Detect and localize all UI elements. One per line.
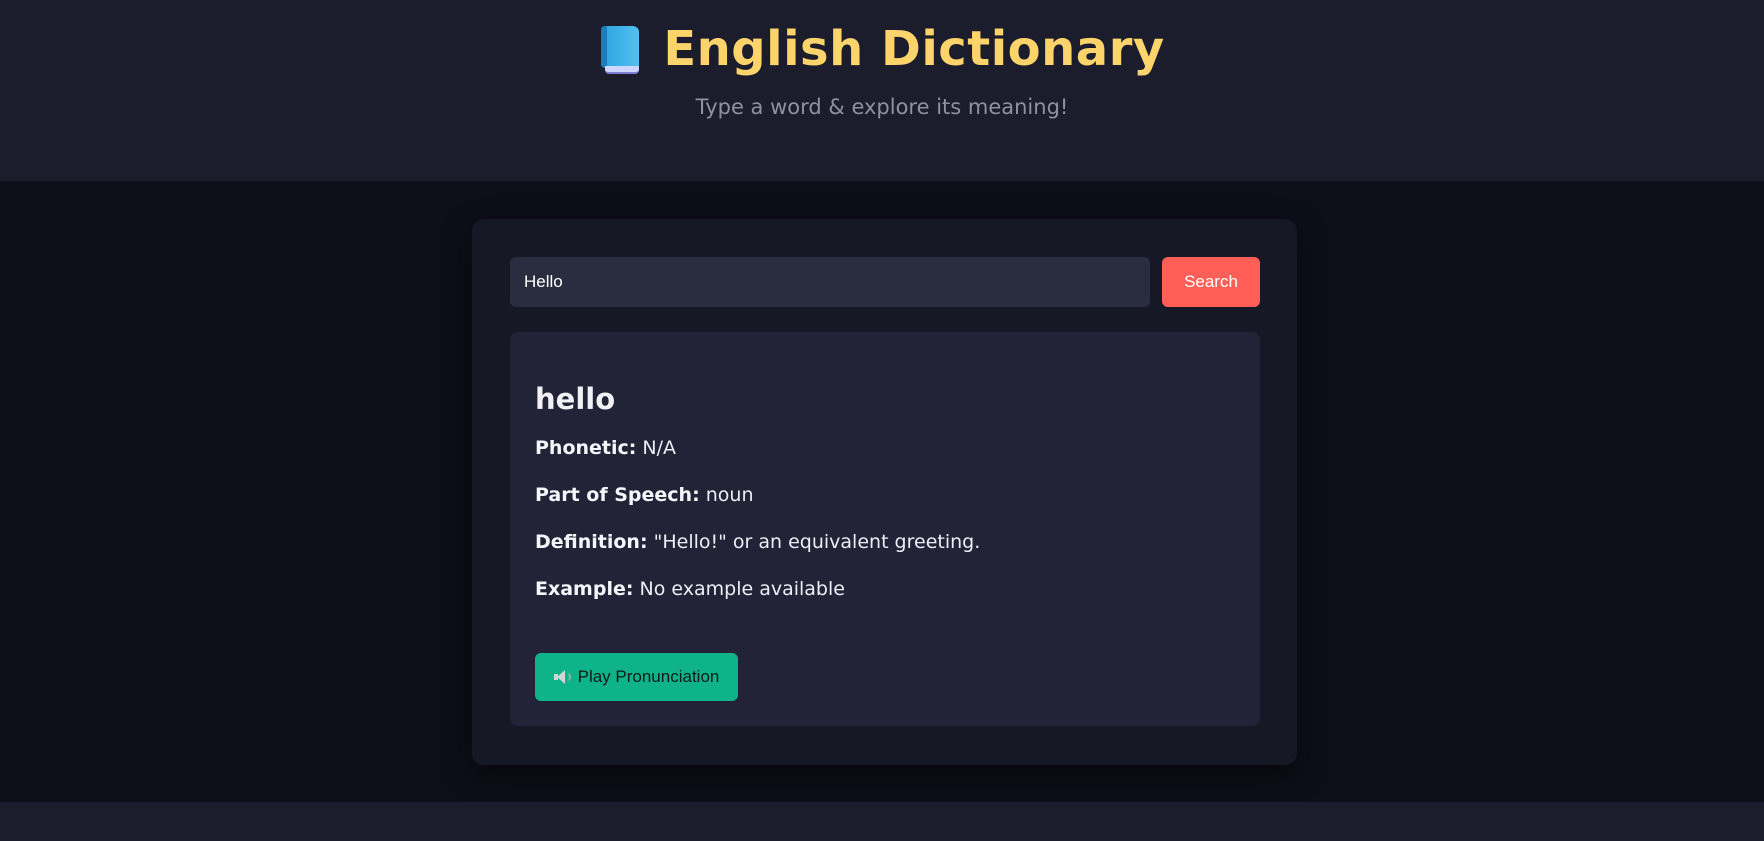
result-panel: hello Phonetic: N/A Part of Speech: noun…	[510, 332, 1260, 726]
definition-value: "Hello!" or an equivalent greeting.	[653, 531, 981, 553]
page-footer	[0, 802, 1764, 841]
book-icon	[599, 24, 641, 74]
dictionary-card: Search hello Phonetic: N/A Part of Speec…	[472, 219, 1297, 765]
example-value: No example available	[639, 578, 845, 600]
search-input[interactable]	[510, 257, 1150, 307]
speaker-icon	[553, 670, 571, 684]
search-button[interactable]: Search	[1162, 257, 1260, 307]
title-row: English Dictionary	[0, 18, 1764, 80]
result-word: hello	[535, 382, 616, 416]
play-pronunciation-label: Play Pronunciation	[577, 667, 720, 686]
phonetic-label: Phonetic:	[535, 437, 637, 459]
page-subtitle: Type a word & explore its meaning!	[695, 95, 1069, 119]
example-label: Example:	[535, 578, 634, 600]
part-of-speech-row: Part of Speech: noun	[535, 484, 754, 506]
definition-row: Definition: "Hello!" or an equivalent gr…	[535, 531, 980, 553]
phonetic-row: Phonetic: N/A	[535, 437, 676, 459]
page-title: English Dictionary	[663, 21, 1165, 77]
phonetic-value: N/A	[642, 437, 677, 459]
part-of-speech-label: Part of Speech:	[535, 484, 700, 506]
example-row: Example: No example available	[535, 578, 845, 600]
definition-label: Definition:	[535, 531, 648, 553]
play-pronunciation-button[interactable]: Play Pronunciation	[535, 653, 738, 701]
page-header: English Dictionary Type a word & explore…	[0, 0, 1764, 182]
part-of-speech-value: noun	[705, 484, 754, 506]
